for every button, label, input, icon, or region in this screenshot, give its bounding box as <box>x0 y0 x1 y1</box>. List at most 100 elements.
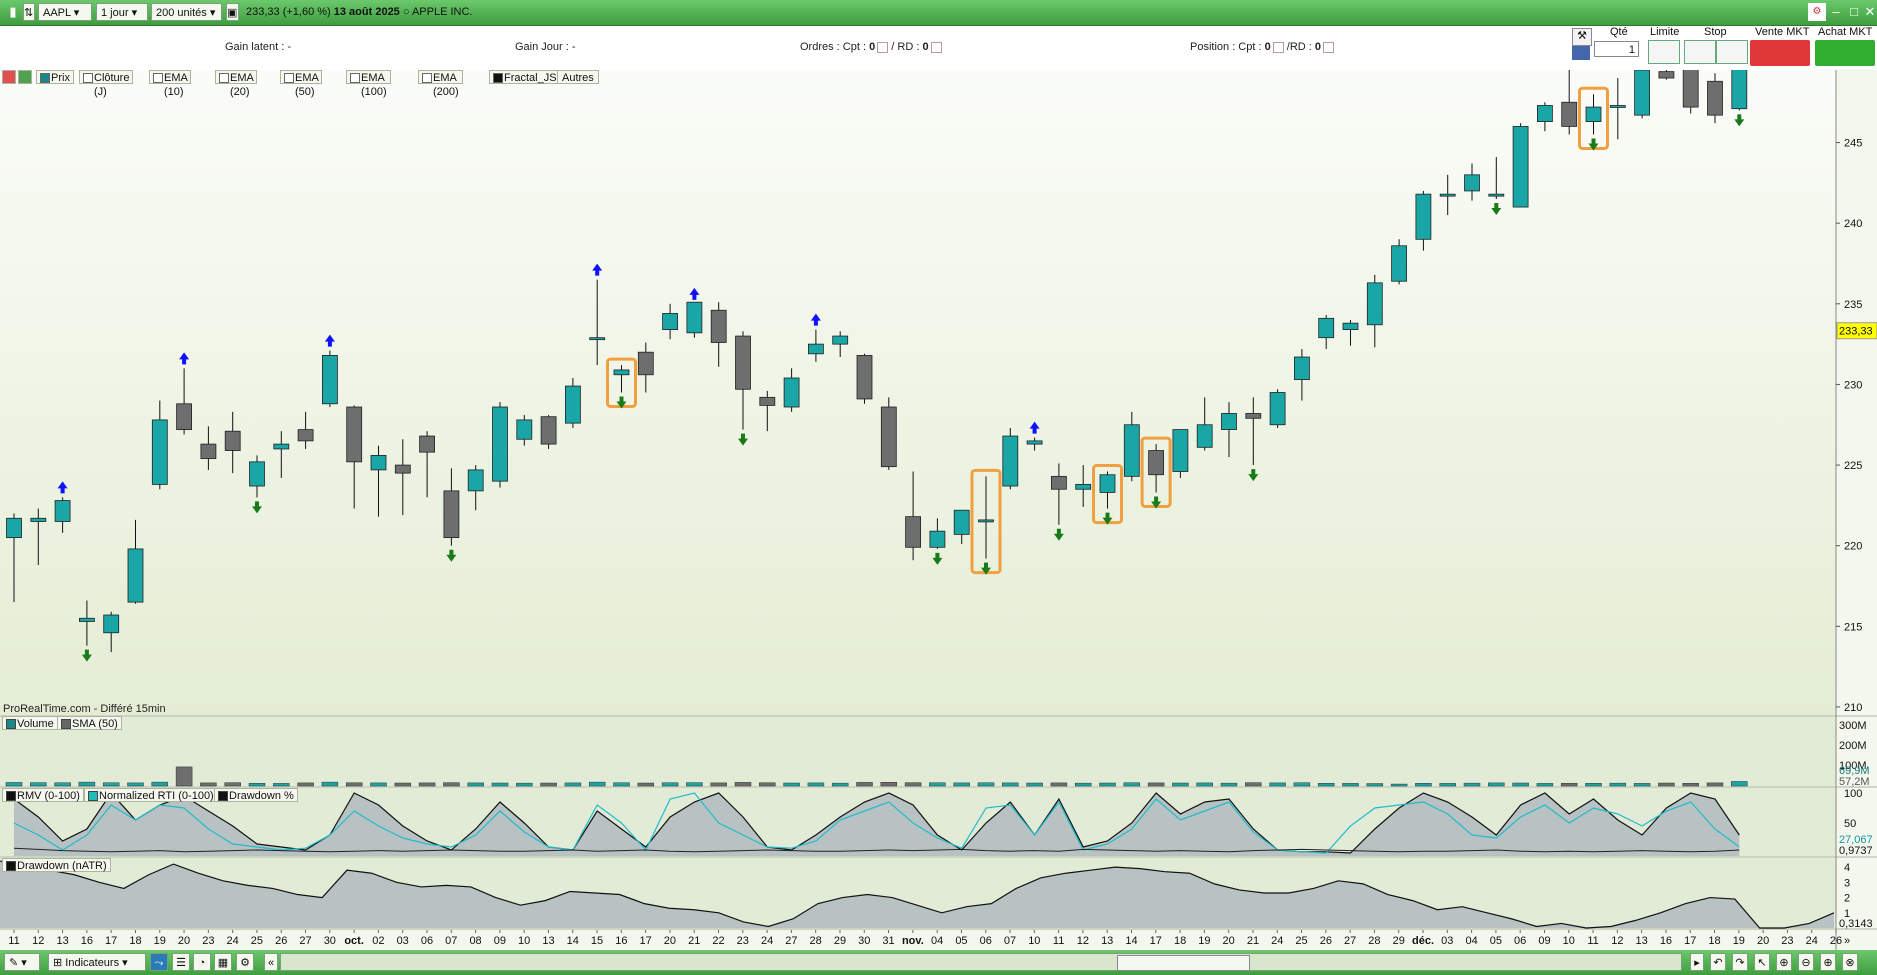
legend-label: EMA (100) <box>361 72 387 98</box>
close-icon[interactable]: ✕ <box>1861 3 1877 21</box>
gain-latent: Gain latent : - <box>225 41 292 53</box>
minimize-icon[interactable]: – <box>1827 3 1845 21</box>
volume-bar <box>637 782 655 787</box>
backtest-icon[interactable]: ⚙ <box>236 953 254 971</box>
position-cpt-box[interactable] <box>1272 41 1284 53</box>
volume-bar <box>491 782 509 787</box>
y-tick-label: 235 <box>1844 299 1862 311</box>
legend-sma50[interactable]: SMA (50) <box>57 716 122 730</box>
position-summary: Position : Cpt : 0 /RD : 0 <box>1190 41 1335 53</box>
timeframe-selector[interactable]: 1 jour ▾ <box>96 3 148 21</box>
volume-bar <box>1220 782 1238 787</box>
x-tick-label: 16 <box>1660 935 1672 947</box>
candle-body <box>273 443 290 450</box>
legend-rmv[interactable]: RMV (0-100) <box>2 788 84 802</box>
volume-bar <box>1682 783 1699 787</box>
keypad-icon[interactable] <box>1572 46 1590 60</box>
legend-item-ema100[interactable]: EMA (100) <box>346 70 391 98</box>
gain-jour: Gain Jour : - <box>515 41 576 53</box>
legend-item-cloture[interactable]: Clôture (J) <box>79 70 134 98</box>
link-icon[interactable]: ⇅ <box>23 3 35 21</box>
main-panel-bg <box>0 70 1836 715</box>
volume-bar <box>345 782 363 787</box>
legend-swatch <box>153 73 163 83</box>
candle-body <box>443 490 460 539</box>
chart-area[interactable]: 210215220225230235240245233,33300M200M10… <box>0 70 1877 950</box>
add-icon[interactable] <box>18 70 32 84</box>
legend-rti[interactable]: Normalized RTI (0-100) <box>84 788 218 802</box>
drawing-tools-icon[interactable]: ✎ ▾ <box>4 953 40 971</box>
legend-item-ema20[interactable]: EMA (20) <box>215 70 258 98</box>
volume-tick-label: 300M <box>1839 720 1867 732</box>
orders-rd-box[interactable] <box>930 41 942 53</box>
scroll-left-icon[interactable]: « <box>264 953 278 971</box>
zoom-fit-icon[interactable]: ⊕ <box>1776 953 1792 971</box>
legend-item-ema50[interactable]: EMA (50) <box>280 70 323 98</box>
save-icon[interactable]: ▣ <box>226 3 239 21</box>
candle-body <box>394 464 411 474</box>
settings-icon[interactable]: ⚙ <box>1808 3 1826 21</box>
legend-volume[interactable]: Volume <box>2 716 58 730</box>
x-tick-label: 07 <box>1004 935 1016 947</box>
x-tick-label: 21 <box>1247 935 1259 947</box>
x-tick-label: 26 <box>1320 935 1332 947</box>
volume-bar <box>1633 783 1651 787</box>
zoom-out-icon[interactable]: ⊖ <box>1798 953 1814 971</box>
undo-icon[interactable]: ↶ <box>1710 953 1726 971</box>
last-price-label: 233,33 <box>1839 326 1873 338</box>
volume-bar <box>1099 782 1116 787</box>
candle-body <box>1707 80 1723 116</box>
redo-icon[interactable]: ↷ <box>1732 953 1748 971</box>
orders-cpt-box[interactable] <box>877 41 889 53</box>
limit-order-button[interactable] <box>1648 40 1680 64</box>
legend-swatch <box>493 73 503 83</box>
wrench-icon[interactable]: ⚒ <box>1572 28 1592 46</box>
qty-input[interactable]: 1 <box>1594 41 1639 57</box>
legend-more-button[interactable]: Autres <box>557 70 599 84</box>
x-tick-label: 13 <box>542 935 554 947</box>
x-tick-label: 18 <box>129 935 141 947</box>
sell-mkt-button[interactable] <box>1750 40 1810 66</box>
x-tick-label: 13 <box>1101 935 1113 947</box>
zoom-reset-icon[interactable]: ⊗ <box>1842 953 1858 971</box>
alert-icon[interactable]: ◔ <box>193 953 211 971</box>
x-tick-label: 04 <box>931 935 943 947</box>
legend-item-fractal[interactable]: Fractal_JS <box>489 70 561 84</box>
stop-buy-button[interactable] <box>1684 40 1716 64</box>
indicators-button[interactable]: ⊞ Indicateurs ▾ <box>48 953 146 971</box>
legend-item-prix[interactable]: Prix <box>36 70 74 84</box>
buy-mkt-button[interactable] <box>1815 40 1875 66</box>
cursor-icon[interactable]: ↖ <box>1754 953 1770 971</box>
scroll-right-icon[interactable]: ▸ <box>1690 953 1704 971</box>
remove-icon[interactable] <box>2 70 16 84</box>
time-scrollbar[interactable] <box>280 953 1682 971</box>
units-selector[interactable]: 200 unités ▾ <box>151 3 222 21</box>
scrollbar-thumb[interactable] <box>1117 955 1250 971</box>
x-tick-label: 27 <box>1344 935 1356 947</box>
stop-sell-button[interactable] <box>1716 40 1748 64</box>
legend-item-ema10[interactable]: EMA (10) <box>149 70 192 98</box>
candle-body <box>1366 282 1383 326</box>
position-rd-box[interactable] <box>1323 41 1335 53</box>
screener-icon[interactable]: ☰ <box>172 953 190 971</box>
symbol-selector[interactable]: AAPL ▾ <box>38 3 92 21</box>
legend-drawdown-natr[interactable]: Drawdown (nATR) <box>2 858 111 872</box>
volume-bar <box>1463 782 1481 787</box>
candle-body <box>224 430 241 451</box>
volume-bar <box>540 782 557 787</box>
legend-item-ema200[interactable]: EMA (200) <box>418 70 463 98</box>
volume-tick-label: 200M <box>1839 740 1867 752</box>
volume-bar <box>588 781 606 787</box>
share-icon[interactable]: ⤳ <box>150 953 168 971</box>
legend-label: Volume <box>17 718 54 730</box>
volume-bar <box>5 782 23 787</box>
legend-label: Prix <box>51 72 70 84</box>
volume-bar <box>175 766 193 787</box>
legend-drawdown-pct[interactable]: Drawdown % <box>214 788 298 802</box>
volume-bar <box>1706 782 1724 787</box>
volume-bar <box>1560 783 1578 787</box>
sell-mkt-label: Vente MKT <box>1755 26 1810 38</box>
x-tick-label: 04 <box>1465 935 1477 947</box>
zoom-in-icon[interactable]: ⊕ <box>1820 953 1836 971</box>
layout-icon[interactable]: ▦ <box>214 953 232 971</box>
